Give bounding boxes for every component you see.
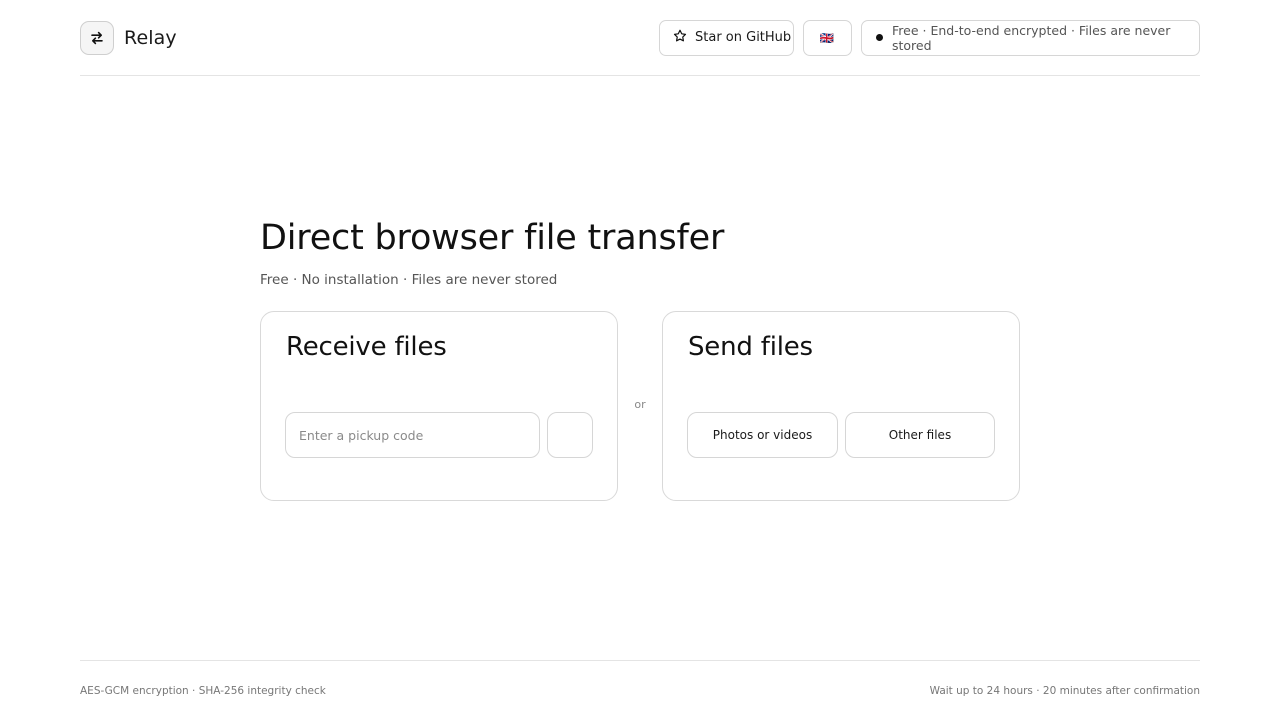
status-pill: Free · End-to-end encrypted · Files are … xyxy=(861,19,1200,56)
language-label: 🇬🇧 xyxy=(819,30,836,45)
footer: AES-GCM encryption · SHA-256 integrity c… xyxy=(80,660,1200,697)
receive-files-title: Receive files xyxy=(286,332,447,362)
other-files-button[interactable]: Other files xyxy=(845,412,995,458)
star-on-github-button[interactable]: Star on GitHub xyxy=(659,19,794,56)
star-icon xyxy=(673,29,687,47)
top-bar: Relay Star on GitHub 🇬🇧 Free · End-to-en… xyxy=(80,0,1200,76)
page-subtitle: Free · No installation · Files are never… xyxy=(260,272,558,288)
star-button-label: Star on GitHub xyxy=(695,30,792,45)
send-files-title: Send files xyxy=(688,332,813,362)
receive-files-card: Receive files xyxy=(260,311,618,501)
other-files-label: Other files xyxy=(888,428,952,442)
status-pill-label: Free · End-to-end encrypted · Files are … xyxy=(892,22,1171,53)
submit-code-button[interactable] xyxy=(547,412,593,458)
status-dot-icon xyxy=(876,34,883,41)
hero: Direct browser file transfer Free · No i… xyxy=(260,216,1020,288)
send-files-card: Send files Photos or videos Other files xyxy=(662,311,1020,501)
pickup-code-input[interactable] xyxy=(285,412,540,458)
language-switcher-button[interactable]: 🇬🇧 xyxy=(803,19,852,56)
page-title: Direct browser file transfer xyxy=(260,218,725,258)
footer-encryption-info: AES-GCM encryption · SHA-256 integrity c… xyxy=(80,685,326,697)
photos-or-videos-label: Photos or videos xyxy=(712,428,813,442)
photos-or-videos-button[interactable]: Photos or videos xyxy=(687,412,838,458)
footer-wait-info: Wait up to 24 hours · 20 minutes after c… xyxy=(929,685,1200,697)
swap-arrows-icon xyxy=(80,20,114,55)
brand[interactable]: Relay xyxy=(80,20,177,55)
brand-name: Relay xyxy=(124,26,177,49)
header-actions: Star on GitHub 🇬🇧 Free · End-to-end encr… xyxy=(659,19,1200,56)
or-separator: or xyxy=(634,398,646,411)
